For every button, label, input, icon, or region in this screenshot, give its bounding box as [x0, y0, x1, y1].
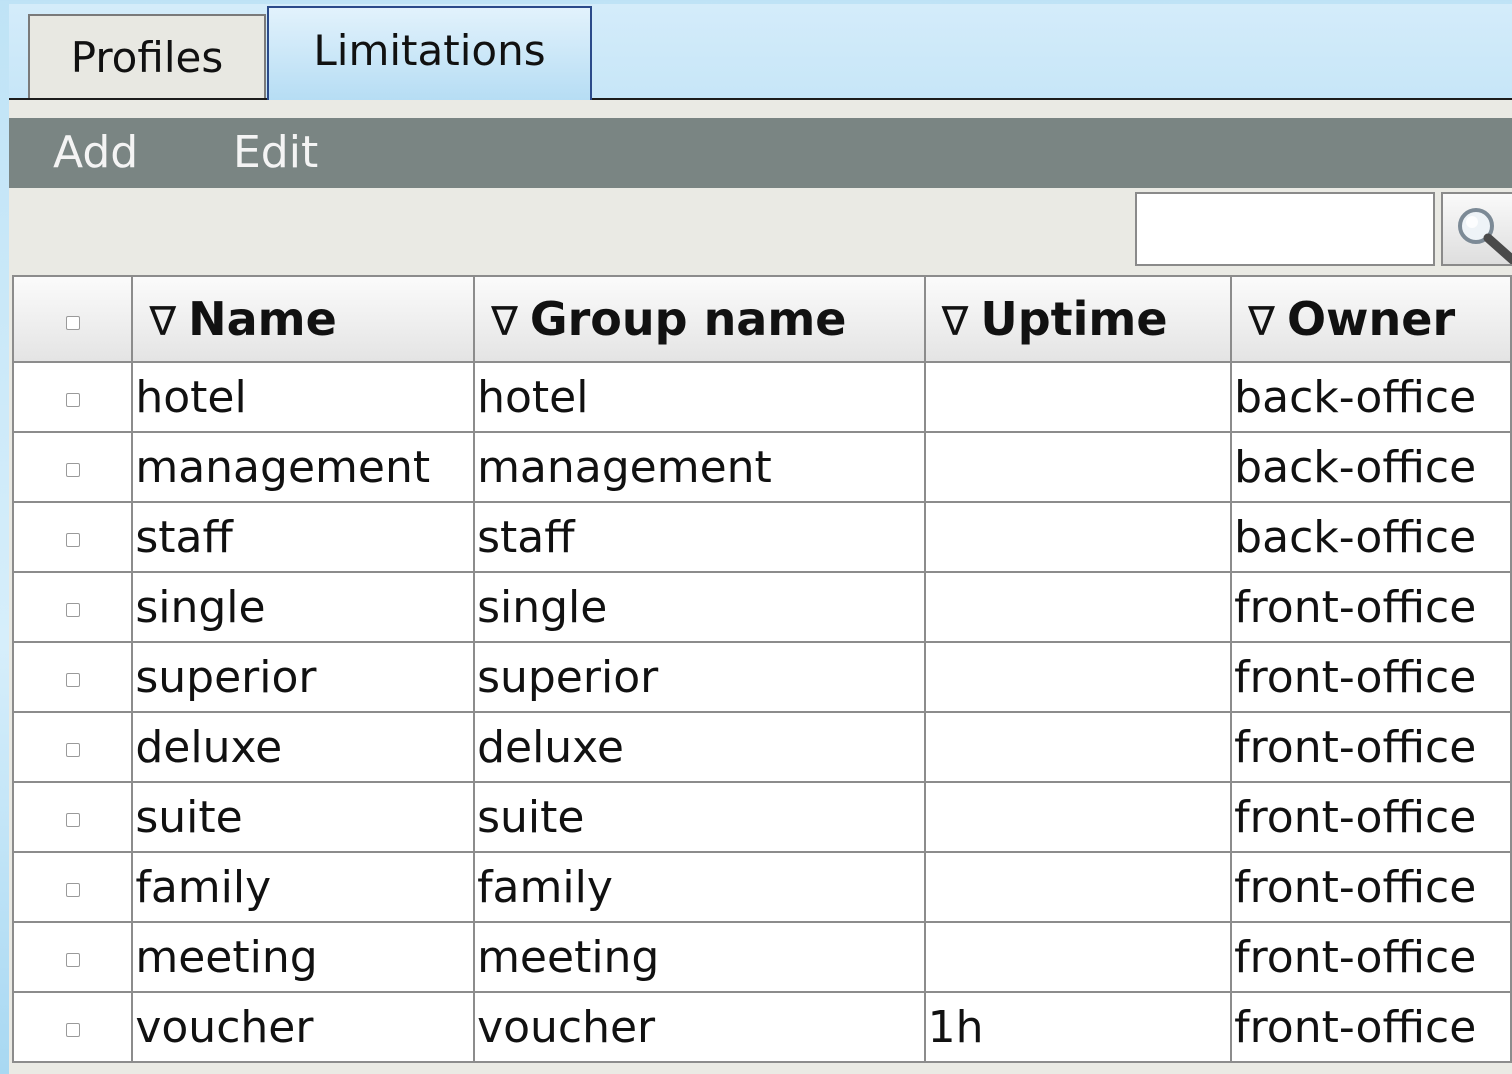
cell-owner: back-office	[1230, 501, 1512, 573]
cell-owner: front-office	[1230, 711, 1512, 783]
table-row[interactable]: voucher voucher 1h front-office	[11, 991, 1512, 1063]
tab-bar: Profiles Limitations	[9, 4, 1512, 100]
cell-group-name: superior	[473, 641, 926, 713]
table-row[interactable]: family family front-office	[11, 851, 1512, 923]
cell-uptime	[923, 921, 1233, 993]
cell-name: suite	[131, 781, 476, 853]
cell-name: staff	[131, 501, 476, 573]
table-row[interactable]: deluxe deluxe front-office	[11, 711, 1512, 783]
cell-uptime	[923, 571, 1233, 643]
cell-group-name: hotel	[473, 361, 926, 433]
tab-profiles[interactable]: Profiles	[28, 14, 266, 98]
row-checkbox[interactable]	[65, 532, 80, 547]
limitations-table: ∇ Name ∇ Group name ∇ Uptime ∇ Owner hotel h…	[11, 275, 1512, 1063]
table-row[interactable]: management management back-office	[11, 431, 1512, 503]
cell-owner: back-office	[1230, 361, 1512, 433]
cell-uptime	[923, 431, 1233, 503]
row-checkbox[interactable]	[65, 462, 80, 477]
cell-owner: back-office	[1230, 431, 1512, 503]
table-header-row: ∇ Name ∇ Group name ∇ Uptime ∇ Owner	[11, 275, 1512, 363]
toolbar: Add Edit	[9, 118, 1512, 188]
cell-uptime	[923, 781, 1233, 853]
cell-name: hotel	[131, 361, 476, 433]
cell-group-name: meeting	[473, 921, 926, 993]
cell-name: superior	[131, 641, 476, 713]
cell-owner: front-office	[1230, 921, 1512, 993]
select-all-checkbox[interactable]	[65, 315, 80, 330]
cell-uptime	[923, 641, 1233, 713]
search-input[interactable]	[1135, 192, 1435, 266]
cell-owner: front-office	[1230, 781, 1512, 853]
table-row[interactable]: meeting meeting front-office	[11, 921, 1512, 993]
table-row[interactable]: hotel hotel back-office	[11, 361, 1512, 433]
cell-group-name: voucher	[473, 991, 926, 1063]
search-icon	[1458, 208, 1512, 264]
row-checkbox[interactable]	[65, 742, 80, 757]
tab-limitations[interactable]: Limitations	[267, 6, 592, 100]
cell-name: family	[131, 851, 476, 923]
cell-name: management	[131, 431, 476, 503]
limitations-panel: Profiles Limitations Add Edit ∇ Name ∇ G…	[9, 4, 1512, 1074]
sort-arrow-icon: ∇	[1248, 299, 1275, 345]
add-button[interactable]: Add	[53, 118, 138, 188]
column-header-owner[interactable]: ∇ Owner	[1230, 275, 1512, 363]
cell-group-name: suite	[473, 781, 926, 853]
cell-group-name: staff	[473, 501, 926, 573]
cell-name: single	[131, 571, 476, 643]
cell-uptime	[923, 501, 1233, 573]
cell-group-name: family	[473, 851, 926, 923]
select-all-checkbox-cell[interactable]	[11, 275, 134, 363]
cell-uptime: 1h	[923, 991, 1233, 1063]
table-row[interactable]: staff staff back-office	[11, 501, 1512, 573]
cell-owner: front-office	[1230, 571, 1512, 643]
cell-uptime	[923, 361, 1233, 433]
edit-button[interactable]: Edit	[233, 118, 318, 188]
row-checkbox[interactable]	[65, 812, 80, 827]
row-checkbox[interactable]	[65, 882, 80, 897]
row-checkbox[interactable]	[65, 602, 80, 617]
cell-owner: front-office	[1230, 991, 1512, 1063]
sort-arrow-icon: ∇	[491, 299, 518, 345]
cell-group-name: single	[473, 571, 926, 643]
cell-name: voucher	[131, 991, 476, 1063]
column-header-uptime[interactable]: ∇ Uptime	[923, 275, 1233, 363]
table-row[interactable]: superior superior front-office	[11, 641, 1512, 713]
row-checkbox[interactable]	[65, 672, 80, 687]
sort-arrow-icon: ∇	[941, 299, 969, 345]
column-header-group-name[interactable]: ∇ Group name	[473, 275, 926, 363]
sort-arrow-icon: ∇	[149, 299, 177, 345]
row-checkbox[interactable]	[65, 952, 80, 967]
cell-name: meeting	[131, 921, 476, 993]
row-checkbox[interactable]	[65, 392, 80, 407]
cell-group-name: deluxe	[473, 711, 926, 783]
table-row[interactable]: single single front-office	[11, 571, 1512, 643]
cell-uptime	[923, 711, 1233, 783]
cell-uptime	[923, 851, 1233, 923]
table-row[interactable]: suite suite front-office	[11, 781, 1512, 853]
row-checkbox[interactable]	[65, 1022, 80, 1037]
search-button[interactable]	[1441, 192, 1512, 266]
column-header-name[interactable]: ∇ Name	[131, 275, 476, 363]
cell-group-name: management	[473, 431, 926, 503]
cell-owner: front-office	[1230, 641, 1512, 713]
cell-name: deluxe	[131, 711, 476, 783]
cell-owner: front-office	[1230, 851, 1512, 923]
